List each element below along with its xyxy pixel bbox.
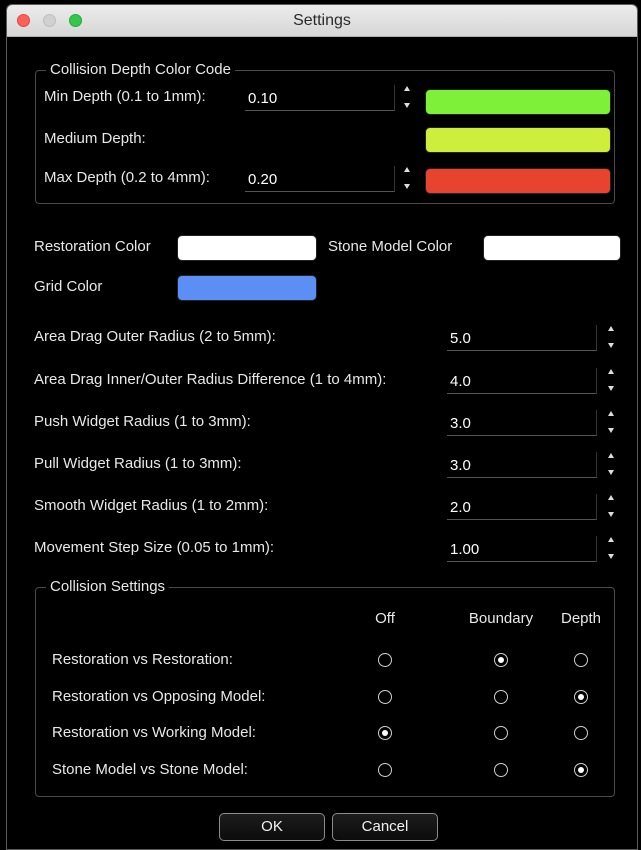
param-stepper[interactable] [607,366,617,394]
settings-window: Settings Collision Depth Color Code Min … [6,4,638,850]
radio-off[interactable] [378,690,392,704]
min-depth-color-swatch[interactable] [425,89,611,115]
grid-color-label: Grid Color [34,278,103,295]
max-depth-label: Max Depth (0.2 to 4mm): [44,169,210,186]
param-label: Area Drag Outer Radius (2 to 5mm): [34,328,276,345]
title-bar: Settings [7,5,637,37]
param-field[interactable]: 3.0 [447,452,597,478]
param-stepper[interactable] [607,534,617,562]
param-field[interactable]: 5.0 [447,325,597,351]
cancel-button[interactable]: Cancel [332,813,438,841]
param-stepper[interactable] [607,450,617,478]
radio-off[interactable] [378,653,392,667]
param-field[interactable]: 1.00 [447,536,597,562]
param-stepper[interactable] [607,323,617,351]
max-depth-stepper[interactable] [403,164,413,192]
collision-settings-legend: Collision Settings [46,578,170,595]
collision-row-label: Stone Model vs Stone Model: [52,761,248,778]
restoration-color-label: Restoration Color [34,238,151,255]
collision-depth-legend: Collision Depth Color Code [46,61,235,78]
collision-row-label: Restoration vs Working Model: [52,724,256,741]
param-field[interactable]: 3.0 [447,410,597,436]
min-depth-stepper[interactable] [403,83,413,111]
radio-depth[interactable] [574,726,588,740]
window-title: Settings [293,12,351,29]
max-depth-field[interactable]: 0.20 [245,166,395,192]
radio-boundary[interactable] [494,690,508,704]
radio-off[interactable] [378,763,392,777]
column-header: Depth [560,610,602,627]
param-label: Push Widget Radius (1 to 3mm): [34,413,251,430]
param-stepper[interactable] [607,408,617,436]
max-depth-color-swatch[interactable] [425,168,611,194]
min-depth-label: Min Depth (0.1 to 1mm): [44,88,206,105]
radio-boundary[interactable] [494,653,508,667]
radio-boundary[interactable] [494,726,508,740]
param-label: Area Drag Inner/Outer Radius Difference … [34,371,387,388]
param-label: Movement Step Size (0.05 to 1mm): [34,539,275,556]
stone-model-color-swatch[interactable] [483,235,621,261]
radio-depth[interactable] [574,653,588,667]
param-label: Smooth Widget Radius (1 to 2mm): [34,497,269,514]
restoration-color-swatch[interactable] [177,235,317,261]
settings-content: Collision Depth Color Code Min Depth (0.… [7,37,637,849]
param-stepper[interactable] [607,492,617,520]
ok-button[interactable]: OK [219,813,325,841]
column-header: Off [375,610,395,627]
param-field[interactable]: 4.0 [447,368,597,394]
grid-color-swatch[interactable] [177,275,317,301]
stone-model-color-label: Stone Model Color [328,238,453,255]
radio-depth[interactable] [574,763,588,777]
medium-depth-color-swatch[interactable] [425,127,611,153]
radio-boundary[interactable] [494,763,508,777]
param-field[interactable]: 2.0 [447,494,597,520]
radio-off[interactable] [378,726,392,740]
param-label: Pull Widget Radius (1 to 3mm): [34,455,242,472]
radio-depth[interactable] [574,690,588,704]
medium-depth-label: Medium Depth: [44,130,146,147]
min-depth-field[interactable]: 0.10 [245,85,395,111]
collision-row-label: Restoration vs Opposing Model: [52,688,266,705]
collision-row-label: Restoration vs Restoration: [52,651,233,668]
